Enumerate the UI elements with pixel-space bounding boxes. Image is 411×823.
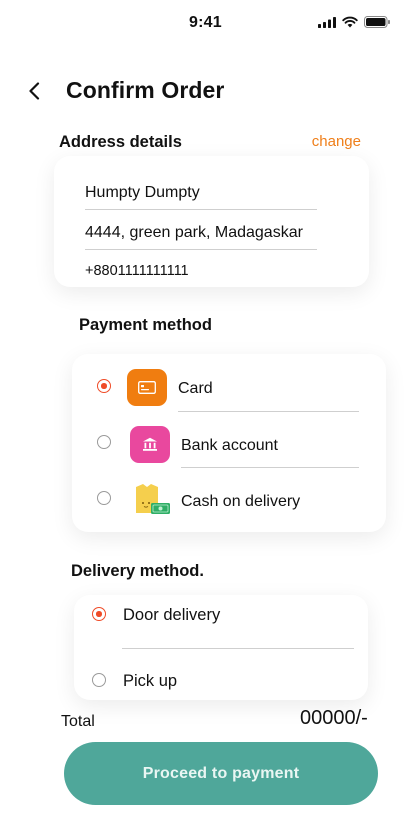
payment-option-bank-account[interactable]: Bank account xyxy=(72,419,386,471)
page-title: Confirm Order xyxy=(66,77,225,103)
bank-icon xyxy=(130,426,170,463)
payment-option-cash-on-delivery[interactable]: Cash on delivery xyxy=(72,475,386,527)
divider xyxy=(181,467,359,468)
delivery-option-pick-up[interactable]: Pick up xyxy=(74,657,368,697)
battery-icon xyxy=(364,16,390,28)
cellular-signal-icon xyxy=(318,16,336,28)
payment-label-bank-account: Bank account xyxy=(181,437,278,454)
total-value: 00000/- xyxy=(300,707,368,729)
delivery-radio-door-delivery[interactable] xyxy=(92,607,106,621)
payment-label-cash-on-delivery: Cash on delivery xyxy=(181,493,301,510)
payment-option-card[interactable]: Card xyxy=(72,362,386,414)
delivery-method-card: Door delivery Pick up xyxy=(74,595,368,700)
proceed-to-payment-button[interactable]: Proceed to payment xyxy=(64,742,378,805)
delivery-label-door-delivery: Door delivery xyxy=(123,606,221,624)
cash-icon xyxy=(135,481,173,519)
total-label: Total xyxy=(61,713,95,730)
address-card: Humpty Dumpty 4444, green park, Madagask… xyxy=(54,156,369,287)
wifi-icon xyxy=(342,16,358,28)
delivery-option-door-delivery[interactable]: Door delivery xyxy=(74,595,368,643)
divider xyxy=(122,648,354,649)
delivery-section-title: Delivery method. xyxy=(71,562,204,580)
payment-label-card: Card xyxy=(178,380,213,397)
delivery-radio-pick-up[interactable] xyxy=(92,673,106,687)
address-phone-field[interactable]: +8801111111111 xyxy=(85,263,189,279)
chevron-left-icon xyxy=(29,82,40,100)
payment-radio-card[interactable] xyxy=(97,379,111,393)
change-address-link[interactable]: change xyxy=(312,133,361,150)
status-icons xyxy=(318,16,391,28)
payment-radio-cash-on-delivery[interactable] xyxy=(97,491,111,505)
payment-section-title: Payment method xyxy=(79,316,212,334)
status-time: 9:41 xyxy=(189,14,222,31)
address-name-field[interactable]: Humpty Dumpty xyxy=(85,184,317,210)
status-bar: 9:41 xyxy=(0,0,411,46)
address-street-field[interactable]: 4444, green park, Madagaskar xyxy=(85,224,317,250)
divider xyxy=(178,411,359,412)
delivery-label-pick-up: Pick up xyxy=(123,672,178,690)
back-button[interactable] xyxy=(22,78,46,104)
address-section-title: Address details xyxy=(59,133,182,151)
payment-method-card: Card Bank account Cash on delivery xyxy=(72,354,386,532)
payment-radio-bank-account[interactable] xyxy=(97,435,111,449)
card-icon xyxy=(127,369,167,406)
